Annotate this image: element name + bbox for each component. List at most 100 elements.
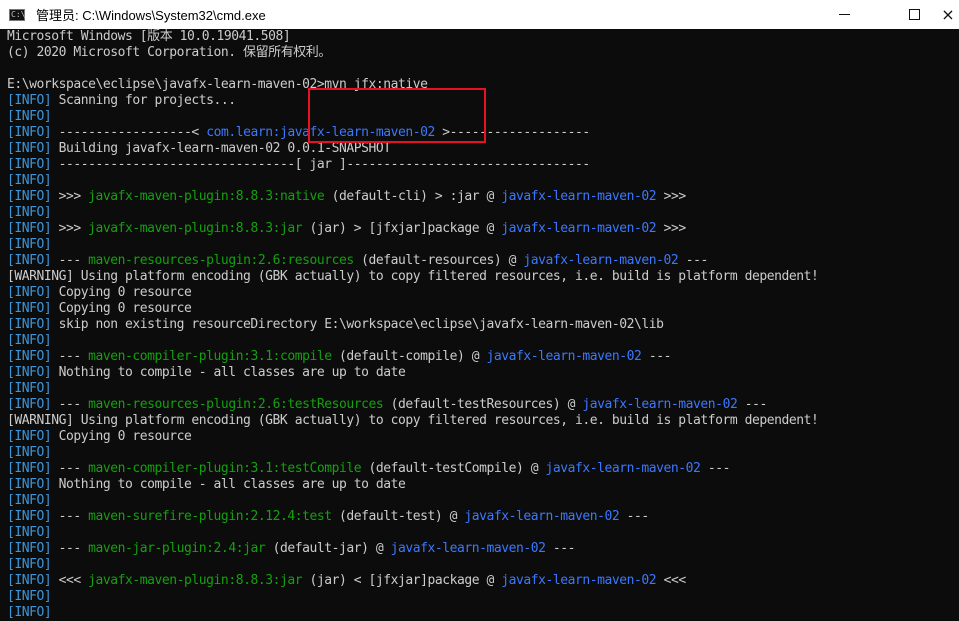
console-line: [INFO] Copying 0 resource [7, 301, 818, 317]
console-line: [INFO] Nothing to compile - all classes … [7, 365, 818, 381]
console-line: [INFO] --- maven-surefire-plugin:2.12.4:… [7, 509, 818, 525]
console-text: (jar) > [jfxjar]package @ [302, 221, 502, 236]
console-text: (default-compile) @ [331, 349, 487, 364]
console-info-text: [INFO] [7, 189, 52, 204]
command-highlight-box [308, 88, 486, 143]
console-info-text: [INFO] [7, 461, 52, 476]
console-line: Microsoft Windows [版本 10.0.19041.508] [7, 29, 818, 45]
console-proj-text: javafx-learn-maven-02 [501, 573, 657, 588]
console-line: [INFO] [7, 381, 818, 397]
console-line: [INFO] Copying 0 resource [7, 429, 818, 445]
console-line: [INFO] Copying 0 resource [7, 285, 818, 301]
console-info-text: [INFO] [7, 365, 52, 380]
console-proj-text: javafx-learn-maven-02 [390, 541, 546, 556]
console-text: Building javafx-learn-maven-02 0.0.1-SNA… [51, 141, 391, 156]
console-text: (c) 2020 Microsoft Corporation. 保留所有权利。 [7, 45, 331, 60]
console-line: [INFO] >>> javafx-maven-plugin:8.8.3:jar… [7, 221, 818, 237]
console-info-text: [INFO] [7, 221, 52, 236]
console-line: [INFO] [7, 493, 818, 509]
cmd-icon: C:\ [9, 8, 26, 21]
console-info-text: [INFO] [7, 349, 52, 364]
console-proj-text: javafx-learn-maven-02 [545, 461, 701, 476]
console-text: Using platform encoding (GBK actually) t… [73, 269, 819, 284]
console-line: [INFO] --- maven-resources-plugin:2.6:re… [7, 253, 818, 269]
console-info-text: [INFO] [7, 445, 52, 460]
console-proj-text: javafx-learn-maven-02 [582, 397, 738, 412]
console-plugin-text: maven-compiler-plugin:3.1:testCompile [88, 461, 362, 476]
console-proj-text: javafx-learn-maven-02 [501, 221, 657, 236]
maximize-icon [908, 9, 920, 20]
console-line: [INFO] <<< javafx-maven-plugin:8.8.3:jar… [7, 573, 818, 589]
console-text: (default-cli) > :jar @ [324, 189, 502, 204]
console-line: [INFO] [7, 525, 818, 541]
console-line: [INFO] [7, 589, 818, 605]
console-info-text: [INFO] [7, 493, 52, 508]
console-text: (default-test) @ [331, 509, 465, 524]
console-info-text: [INFO] [7, 573, 52, 588]
console-text: skip non existing resourceDirectory E:\w… [51, 317, 664, 332]
console-info-text: [INFO] [7, 333, 52, 348]
console-line: (c) 2020 Microsoft Corporation. 保留所有权利。 [7, 45, 818, 61]
console-text: Nothing to compile - all classes are up … [51, 365, 406, 380]
console-text: --- [51, 253, 89, 268]
console-info-text: [INFO] [7, 141, 52, 156]
console-plugin-text: maven-resources-plugin:2.6:resources [88, 253, 354, 268]
console-line: [INFO] [7, 205, 818, 221]
console-text: --- [51, 541, 89, 556]
close-button[interactable]: × [937, 0, 959, 29]
console-text: --- [700, 461, 731, 476]
console-line: [INFO] --- maven-compiler-plugin:3.1:tes… [7, 461, 818, 477]
console-text: <<< [656, 573, 687, 588]
console-text: --- [619, 509, 650, 524]
console-text: Copying 0 resource [51, 301, 192, 316]
console-text: Copying 0 resource [51, 429, 192, 444]
console-text: (jar) < [jfxjar]package @ [302, 573, 502, 588]
window-title: 管理员: C:\Windows\System32\cmd.exe [36, 8, 266, 23]
console-info-text: [INFO] [7, 125, 52, 140]
console-proj-text: javafx-learn-maven-02 [523, 253, 679, 268]
console-line: [WARNING] Using platform encoding (GBK a… [7, 269, 819, 285]
console-line: [INFO] [7, 237, 818, 253]
console-info-text: [INFO] [7, 317, 52, 332]
console-warn-text: [WARNING] [7, 413, 74, 428]
console-info-text: [INFO] [7, 477, 52, 492]
minimize-button[interactable] [821, 0, 867, 29]
console-plugin-text: maven-surefire-plugin:2.12.4:test [88, 509, 332, 524]
console-info-text: [INFO] [7, 589, 52, 604]
console-proj-text: javafx-learn-maven-02 [464, 509, 620, 524]
console-text: --- [545, 541, 576, 556]
console-info-text: [INFO] [7, 429, 52, 444]
console-text: >>> [656, 189, 687, 204]
maximize-button[interactable] [891, 0, 937, 29]
console-line: [WARNING] Using platform encoding (GBK a… [7, 413, 819, 429]
console-output[interactable]: Microsoft Windows [版本 10.0.19041.508] (c)… [0, 29, 959, 621]
console-text: (default-testCompile) @ [361, 461, 546, 476]
console-proj-text: javafx-learn-maven-02 [486, 349, 642, 364]
console-plugin-text: javafx-maven-plugin:8.8.3:jar [88, 221, 303, 236]
title-bar[interactable]: C:\ 管理员: C:\Windows\System32\cmd.exe × [0, 0, 959, 29]
console-text: --- [51, 461, 89, 476]
console-text: Nothing to compile - all classes are up … [51, 477, 406, 492]
console-line: [INFO] >>> javafx-maven-plugin:8.8.3:nat… [7, 189, 818, 205]
console-info-text: [INFO] [7, 157, 52, 172]
console-text: >>> [51, 189, 89, 204]
console-line: [INFO] Building javafx-learn-maven-02 0.… [7, 141, 818, 157]
console-info-text: [INFO] [7, 173, 52, 188]
console-line: [INFO] --- maven-jar-plugin:2.4:jar (def… [7, 541, 818, 557]
console-info-text: [INFO] [7, 525, 52, 540]
console-info-text: [INFO] [7, 301, 52, 316]
console-info-text: [INFO] [7, 93, 52, 108]
console-text: --- [51, 509, 89, 524]
console-line: [INFO] Nothing to compile - all classes … [7, 477, 818, 493]
console-info-text: [INFO] [7, 541, 52, 556]
console-info-text: [INFO] [7, 253, 52, 268]
console-warn-text: [WARNING] [7, 269, 74, 284]
console-plugin-text: javafx-maven-plugin:8.8.3:native [88, 189, 325, 204]
console-text: (default-jar) @ [265, 541, 391, 556]
console-text: Microsoft Windows [版本 10.0.19041.508] [7, 29, 291, 44]
console-line: [INFO] --------------------------------[… [7, 157, 818, 173]
console-text: --- [678, 253, 709, 268]
console-line: [INFO] --- maven-resources-plugin:2.6:te… [7, 397, 818, 413]
console-line: [INFO] [7, 445, 818, 461]
minimize-icon [838, 14, 850, 15]
